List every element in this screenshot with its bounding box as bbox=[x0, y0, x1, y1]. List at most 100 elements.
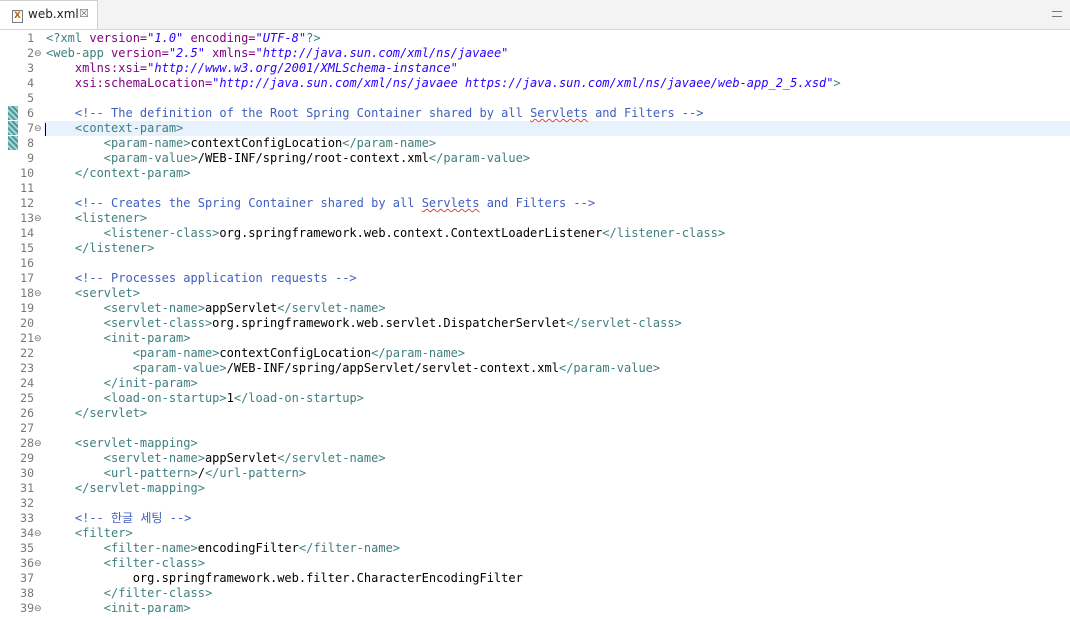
code-token: </init-param> bbox=[46, 376, 198, 390]
code-text: <servlet-class>org.springframework.web.s… bbox=[46, 316, 682, 331]
xml-file-icon: X bbox=[12, 10, 23, 23]
code-token: </filter-class> bbox=[46, 586, 213, 600]
code-text: <servlet> bbox=[46, 286, 140, 301]
code-token: version= bbox=[111, 46, 169, 60]
current-line-highlight bbox=[44, 121, 1070, 136]
line-number: 19 bbox=[20, 301, 34, 315]
fold-collapse-icon[interactable]: ⊖ bbox=[34, 289, 42, 299]
code-text: <web-app version="2.5" xmlns="http://jav… bbox=[46, 46, 508, 61]
code-token: </listener-class> bbox=[602, 226, 726, 240]
code-text: <param-value>/WEB-INF/spring/root-contex… bbox=[46, 151, 530, 166]
line-number: 6 bbox=[27, 106, 34, 120]
code-token: </url-pattern> bbox=[204, 466, 307, 480]
code-text: <servlet-mapping> bbox=[46, 436, 198, 451]
code-text: </init-param> bbox=[46, 376, 198, 391]
code-text: <filter-name>encodingFilter</filter-name… bbox=[46, 541, 400, 556]
code-token: </filter-name> bbox=[298, 541, 401, 555]
code-text: </listener> bbox=[46, 241, 154, 256]
line-number: 8 bbox=[27, 136, 34, 150]
line-number: 23 bbox=[20, 361, 34, 375]
code-token: <servlet-mapping> bbox=[46, 436, 198, 450]
fold-collapse-icon[interactable]: ⊖ bbox=[34, 334, 42, 344]
line-number: 12 bbox=[20, 196, 34, 210]
code-token: <servlet-class> bbox=[46, 316, 213, 330]
code-token: xsi:schemaLocation= bbox=[46, 76, 213, 90]
line-number: 28 bbox=[20, 436, 34, 450]
code-token: "2.5" bbox=[168, 46, 205, 60]
code-token: <listener-class> bbox=[46, 226, 220, 240]
code-text: </filter-class> bbox=[46, 586, 212, 601]
code-token: <!-- 한글 세팅 --> bbox=[46, 511, 192, 525]
code-token: <?xml bbox=[46, 31, 90, 45]
code-text: <listener> bbox=[46, 211, 147, 226]
code-token: ?> bbox=[306, 31, 321, 45]
code-token: </servlet> bbox=[46, 406, 148, 420]
code-text: <filter-class> bbox=[46, 556, 205, 571]
line-number: 13 bbox=[20, 211, 34, 225]
code-token: org.springframework.web.servlet.Dispatch… bbox=[212, 316, 567, 330]
code-text: <?xml version="1.0" encoding="UTF-8"?> bbox=[46, 31, 321, 46]
code-token: appServlet bbox=[204, 301, 278, 315]
code-token: <!-- Processes application requests --> bbox=[46, 271, 357, 285]
code-token: > bbox=[833, 76, 841, 90]
line-number: 25 bbox=[20, 391, 34, 405]
code-text: <filter> bbox=[46, 526, 133, 541]
fold-collapse-icon[interactable]: ⊖ bbox=[34, 559, 42, 569]
code-token: encodingFilter bbox=[197, 541, 299, 555]
tab-title: web.xml bbox=[28, 7, 79, 21]
line-number: 24 bbox=[20, 376, 34, 390]
code-text: <!-- Creates the Spring Container shared… bbox=[46, 196, 595, 211]
line-number: 18 bbox=[20, 286, 34, 300]
code-token: </context-param> bbox=[46, 166, 191, 180]
minimize-icon[interactable] bbox=[1052, 11, 1062, 17]
line-number: 31 bbox=[20, 481, 34, 495]
line-number: 22 bbox=[20, 346, 34, 360]
fold-collapse-icon[interactable]: ⊖ bbox=[34, 529, 42, 539]
code-token: <web-app bbox=[46, 46, 112, 60]
code-token: encoding= bbox=[183, 31, 256, 45]
code-token: version= bbox=[89, 31, 148, 45]
line-number: 5 bbox=[27, 91, 34, 105]
code-token: <servlet> bbox=[46, 286, 140, 300]
code-token: <!-- Creates the Spring Container shared… bbox=[46, 196, 422, 210]
code-token: contextConfigLocation bbox=[190, 136, 343, 150]
code-text: <context-param> bbox=[46, 121, 183, 136]
code-token: Servlets bbox=[530, 106, 588, 120]
code-token: appServlet bbox=[204, 451, 278, 465]
fold-collapse-icon[interactable]: ⊖ bbox=[34, 439, 42, 449]
code-token: <servlet-name> bbox=[46, 301, 205, 315]
line-number: 1 bbox=[27, 31, 34, 45]
code-token: </param-value> bbox=[428, 151, 531, 165]
code-text: <init-param> bbox=[46, 331, 191, 346]
code-token: "UTF-8" bbox=[255, 31, 307, 45]
code-text: <init-param> bbox=[46, 601, 191, 616]
code-text: xmlns:xsi="http://www.w3.org/2001/XMLSch… bbox=[46, 61, 458, 76]
code-token: <servlet-name> bbox=[46, 451, 205, 465]
line-number: 4 bbox=[27, 76, 34, 90]
line-number: 39 bbox=[20, 601, 34, 615]
code-text: <listener-class>org.springframework.web.… bbox=[46, 226, 725, 241]
code-text: <param-name>contextConfigLocation</param… bbox=[46, 136, 436, 151]
code-text: </servlet> bbox=[46, 406, 147, 421]
fold-collapse-icon[interactable]: ⊖ bbox=[34, 124, 42, 134]
code-token: <filter-name> bbox=[46, 541, 198, 555]
line-number: 38 bbox=[20, 586, 34, 600]
line-number: 21 bbox=[20, 331, 34, 345]
code-token: org.springframework.web.context.ContextL… bbox=[219, 226, 603, 240]
code-token: </servlet-name> bbox=[277, 301, 386, 315]
line-number: 35 bbox=[20, 541, 34, 555]
line-number: 37 bbox=[20, 571, 34, 585]
line-number: 2 bbox=[27, 46, 34, 60]
code-text: <param-name>contextConfigLocation</param… bbox=[46, 346, 465, 361]
editor-tab-bar: X web.xml ☒ bbox=[0, 0, 1070, 30]
line-number: 14 bbox=[20, 226, 34, 240]
code-token: </param-name> bbox=[342, 136, 437, 150]
close-icon[interactable]: ☒ bbox=[79, 7, 89, 20]
code-token: <param-value> bbox=[46, 361, 227, 375]
line-number: 15 bbox=[20, 241, 34, 255]
fold-collapse-icon[interactable]: ⊖ bbox=[34, 604, 42, 614]
tab-web-xml[interactable]: X web.xml ☒ bbox=[0, 0, 98, 29]
code-text: <servlet-name>appServlet</servlet-name> bbox=[46, 301, 386, 316]
fold-collapse-icon[interactable]: ⊖ bbox=[34, 49, 42, 59]
fold-collapse-icon[interactable]: ⊖ bbox=[34, 214, 42, 224]
